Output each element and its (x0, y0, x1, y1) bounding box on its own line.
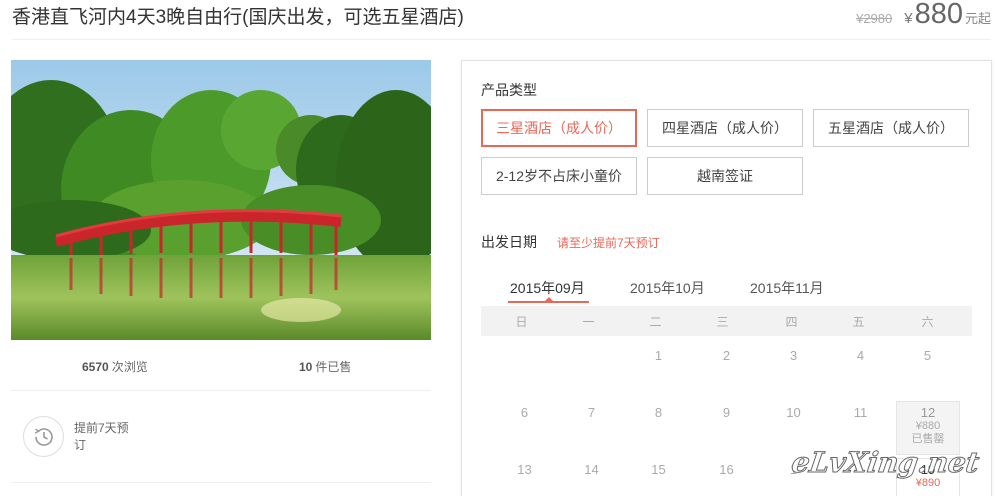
booking-text: 提前7天预订 (74, 420, 129, 452)
active-month-caret-icon (544, 297, 554, 302)
departure-date-title: 出发日期 (481, 234, 537, 250)
calendar-day: 14 (584, 462, 599, 477)
weekday-tue: 二 (649, 315, 662, 329)
weekday-wed: 三 (716, 315, 729, 329)
option-4star-adult[interactable]: 四星酒店（成人价） (647, 109, 803, 147)
month-tab-2015-10[interactable]: 2015年10月 (630, 278, 705, 298)
month-tab-2015-11[interactable]: 2015年11月 (750, 278, 824, 298)
calendar-day: 6 (520, 405, 529, 420)
booking-notice: 提前7天预订 (23, 416, 134, 457)
views-count: 6570 (82, 360, 109, 374)
calendar-day: 8 (654, 405, 663, 420)
sold-stat: 10 件已售 (299, 358, 351, 375)
calendar-day: 2 (722, 348, 731, 363)
price-unit: 元起 (964, 11, 991, 26)
header-divider (12, 39, 991, 40)
calendar-day: 16 (719, 462, 734, 477)
month-tab-2015-09[interactable]: 2015年09月 (510, 278, 585, 298)
stats-divider (11, 390, 431, 391)
option-5star-adult[interactable]: 五星酒店（成人价） (813, 109, 969, 147)
product-stats: 6570 次浏览 10 件已售 (11, 352, 431, 382)
calendar-day: 4 (856, 348, 865, 363)
day-price: ¥890 (915, 477, 941, 489)
weekday-fri: 五 (852, 315, 865, 329)
calendar-day: 3 (789, 348, 798, 363)
product-title: 香港直飞河内4天3晚自由行(国庆出发，可选五星酒店) (12, 7, 464, 28)
calendar-day-soldout: 12 ¥880 已售罄 (896, 401, 960, 455)
calendar-day: 1 (789, 462, 798, 477)
price-area: ¥2980 ¥ 880 元起 (856, 0, 991, 29)
day-status: 已售罄 (911, 433, 945, 445)
product-type-title: 产品类型 (481, 82, 537, 98)
option-3star-adult[interactable]: 三星酒店（成人价） (481, 109, 637, 147)
day-price: ¥880 (915, 420, 941, 432)
advance-booking-hint: 请至少提前7天预订 (557, 236, 660, 250)
day-number: 19 (920, 462, 936, 477)
weekday-sun: 日 (515, 315, 528, 329)
option-vietnam-visa[interactable]: 越南签证 (647, 157, 803, 195)
weekday-sat: 六 (921, 315, 934, 329)
option-child-no-bed[interactable]: 2-12岁不占床小童价 (481, 157, 637, 195)
calendar-day: 11 (853, 405, 868, 420)
current-price: 880 (914, 0, 963, 30)
calendar-day: 10 (786, 405, 801, 420)
booking-panel: 产品类型 三星酒店（成人价） 四星酒店（成人价） 五星酒店（成人价） 2-12岁… (461, 60, 992, 496)
day-number: 12 (920, 405, 936, 420)
booking-divider (11, 482, 431, 483)
calendar-day-available[interactable]: 19 ¥890 (896, 458, 960, 496)
calendar-day: 9 (722, 405, 731, 420)
weekday-mon: 一 (582, 315, 595, 329)
sold-label: 件已售 (315, 360, 352, 374)
sold-count: 10 (299, 360, 313, 374)
calendar-day: 1 (654, 348, 663, 363)
calendar-day: 7 (587, 405, 596, 420)
clock-icon (23, 416, 64, 457)
weekday-thu: 四 (785, 315, 798, 329)
product-photo (11, 60, 431, 340)
views-stat: 6570 次浏览 (82, 358, 148, 375)
views-label: 次浏览 (111, 360, 148, 374)
original-price: ¥2980 (856, 11, 893, 26)
calendar-day: 5 (923, 348, 932, 363)
weekday-header: 日 一 二 三 四 五 六 (481, 306, 972, 336)
calendar-day: 15 (651, 462, 666, 477)
calendar-day: 13 (517, 462, 532, 477)
currency-symbol: ¥ (904, 10, 913, 27)
